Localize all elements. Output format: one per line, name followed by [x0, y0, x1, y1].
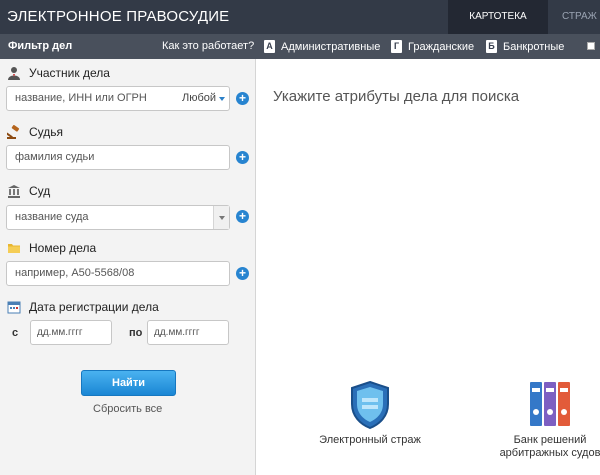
- add-court-button[interactable]: +: [236, 210, 249, 223]
- case-number-input[interactable]: например, А50-5568/08: [6, 261, 230, 286]
- filter-extra-checkbox[interactable]: [587, 42, 595, 50]
- participant-role-select[interactable]: Любой: [182, 87, 225, 110]
- add-case-number-button[interactable]: +: [236, 267, 249, 280]
- date-from-label: с: [12, 327, 19, 339]
- filter-title: Фильтр дел: [8, 40, 73, 52]
- gavel-icon: [7, 125, 20, 139]
- brand-title[interactable]: ЭЛЕКТРОННОЕ ПРАВОСУДИЕ: [7, 8, 229, 25]
- case-number-label: Номер дела: [7, 241, 96, 255]
- judge-label: Судья: [7, 125, 63, 139]
- filter-type-civil[interactable]: Г Гражданские: [391, 40, 474, 53]
- shield-icon: [351, 380, 389, 430]
- date-to-input[interactable]: дд.мм.гггг: [147, 320, 229, 345]
- filter-bar: Фильтр дел Как это работает? А Администр…: [0, 34, 600, 59]
- calendar-icon: [7, 301, 21, 314]
- judge-input[interactable]: фамилия судьи: [6, 145, 230, 170]
- promo-decisions-bank[interactable]: Банк решений арбитражных судов: [497, 378, 600, 460]
- participant-input[interactable]: название, ИНН или ОГРН Любой: [6, 86, 230, 111]
- filter-type-label: Административные: [281, 40, 381, 53]
- dropdown-arrow-icon[interactable]: [213, 206, 229, 229]
- reset-all-link[interactable]: Сбросить все: [93, 403, 162, 415]
- binders-icon: [530, 382, 570, 426]
- court-label: Суд: [7, 184, 50, 198]
- add-judge-button[interactable]: +: [236, 151, 249, 164]
- filter-type-bankruptcy[interactable]: Б Банкротные: [486, 40, 564, 53]
- tab-kartoteka[interactable]: КАРТОТЕКА: [448, 0, 548, 34]
- person-icon: [8, 67, 20, 80]
- tab-strazh[interactable]: СТРАЖ: [562, 0, 600, 34]
- filter-type-label: Гражданские: [408, 40, 475, 53]
- search-hint: Укажите атрибуты дела для поиска: [273, 88, 520, 105]
- promo-label: Банк решений арбитражных судов: [499, 434, 600, 459]
- chevron-down-icon: [219, 96, 225, 101]
- participant-label: Участник дела: [7, 66, 110, 80]
- bankruptcy-icon: Б: [486, 40, 497, 53]
- how-it-works-link[interactable]: Как это работает?: [162, 40, 254, 52]
- promo-label: Электронный страж: [319, 434, 421, 446]
- filter-panel: Участник дела название, ИНН или ОГРН Люб…: [0, 59, 256, 475]
- promo-electronic-guard[interactable]: Электронный страж: [318, 380, 422, 447]
- add-participant-button[interactable]: +: [236, 92, 249, 105]
- court-select[interactable]: название суда: [6, 205, 230, 230]
- folder-icon: [8, 244, 20, 253]
- filter-type-label: Банкротные: [503, 40, 565, 53]
- search-button[interactable]: Найти: [81, 370, 176, 396]
- civil-icon: Г: [391, 40, 402, 53]
- date-to-label: по: [129, 327, 143, 339]
- courthouse-icon: [8, 185, 20, 198]
- filter-type-administrative[interactable]: А Административные: [264, 40, 380, 53]
- date-from-input[interactable]: дд.мм.гггг: [30, 320, 112, 345]
- reg-date-label: Дата регистрации дела: [7, 300, 159, 314]
- administrative-icon: А: [264, 40, 275, 53]
- top-bar: ЭЛЕКТРОННОЕ ПРАВОСУДИЕ КАРТОТЕКА СТРАЖ: [0, 0, 600, 34]
